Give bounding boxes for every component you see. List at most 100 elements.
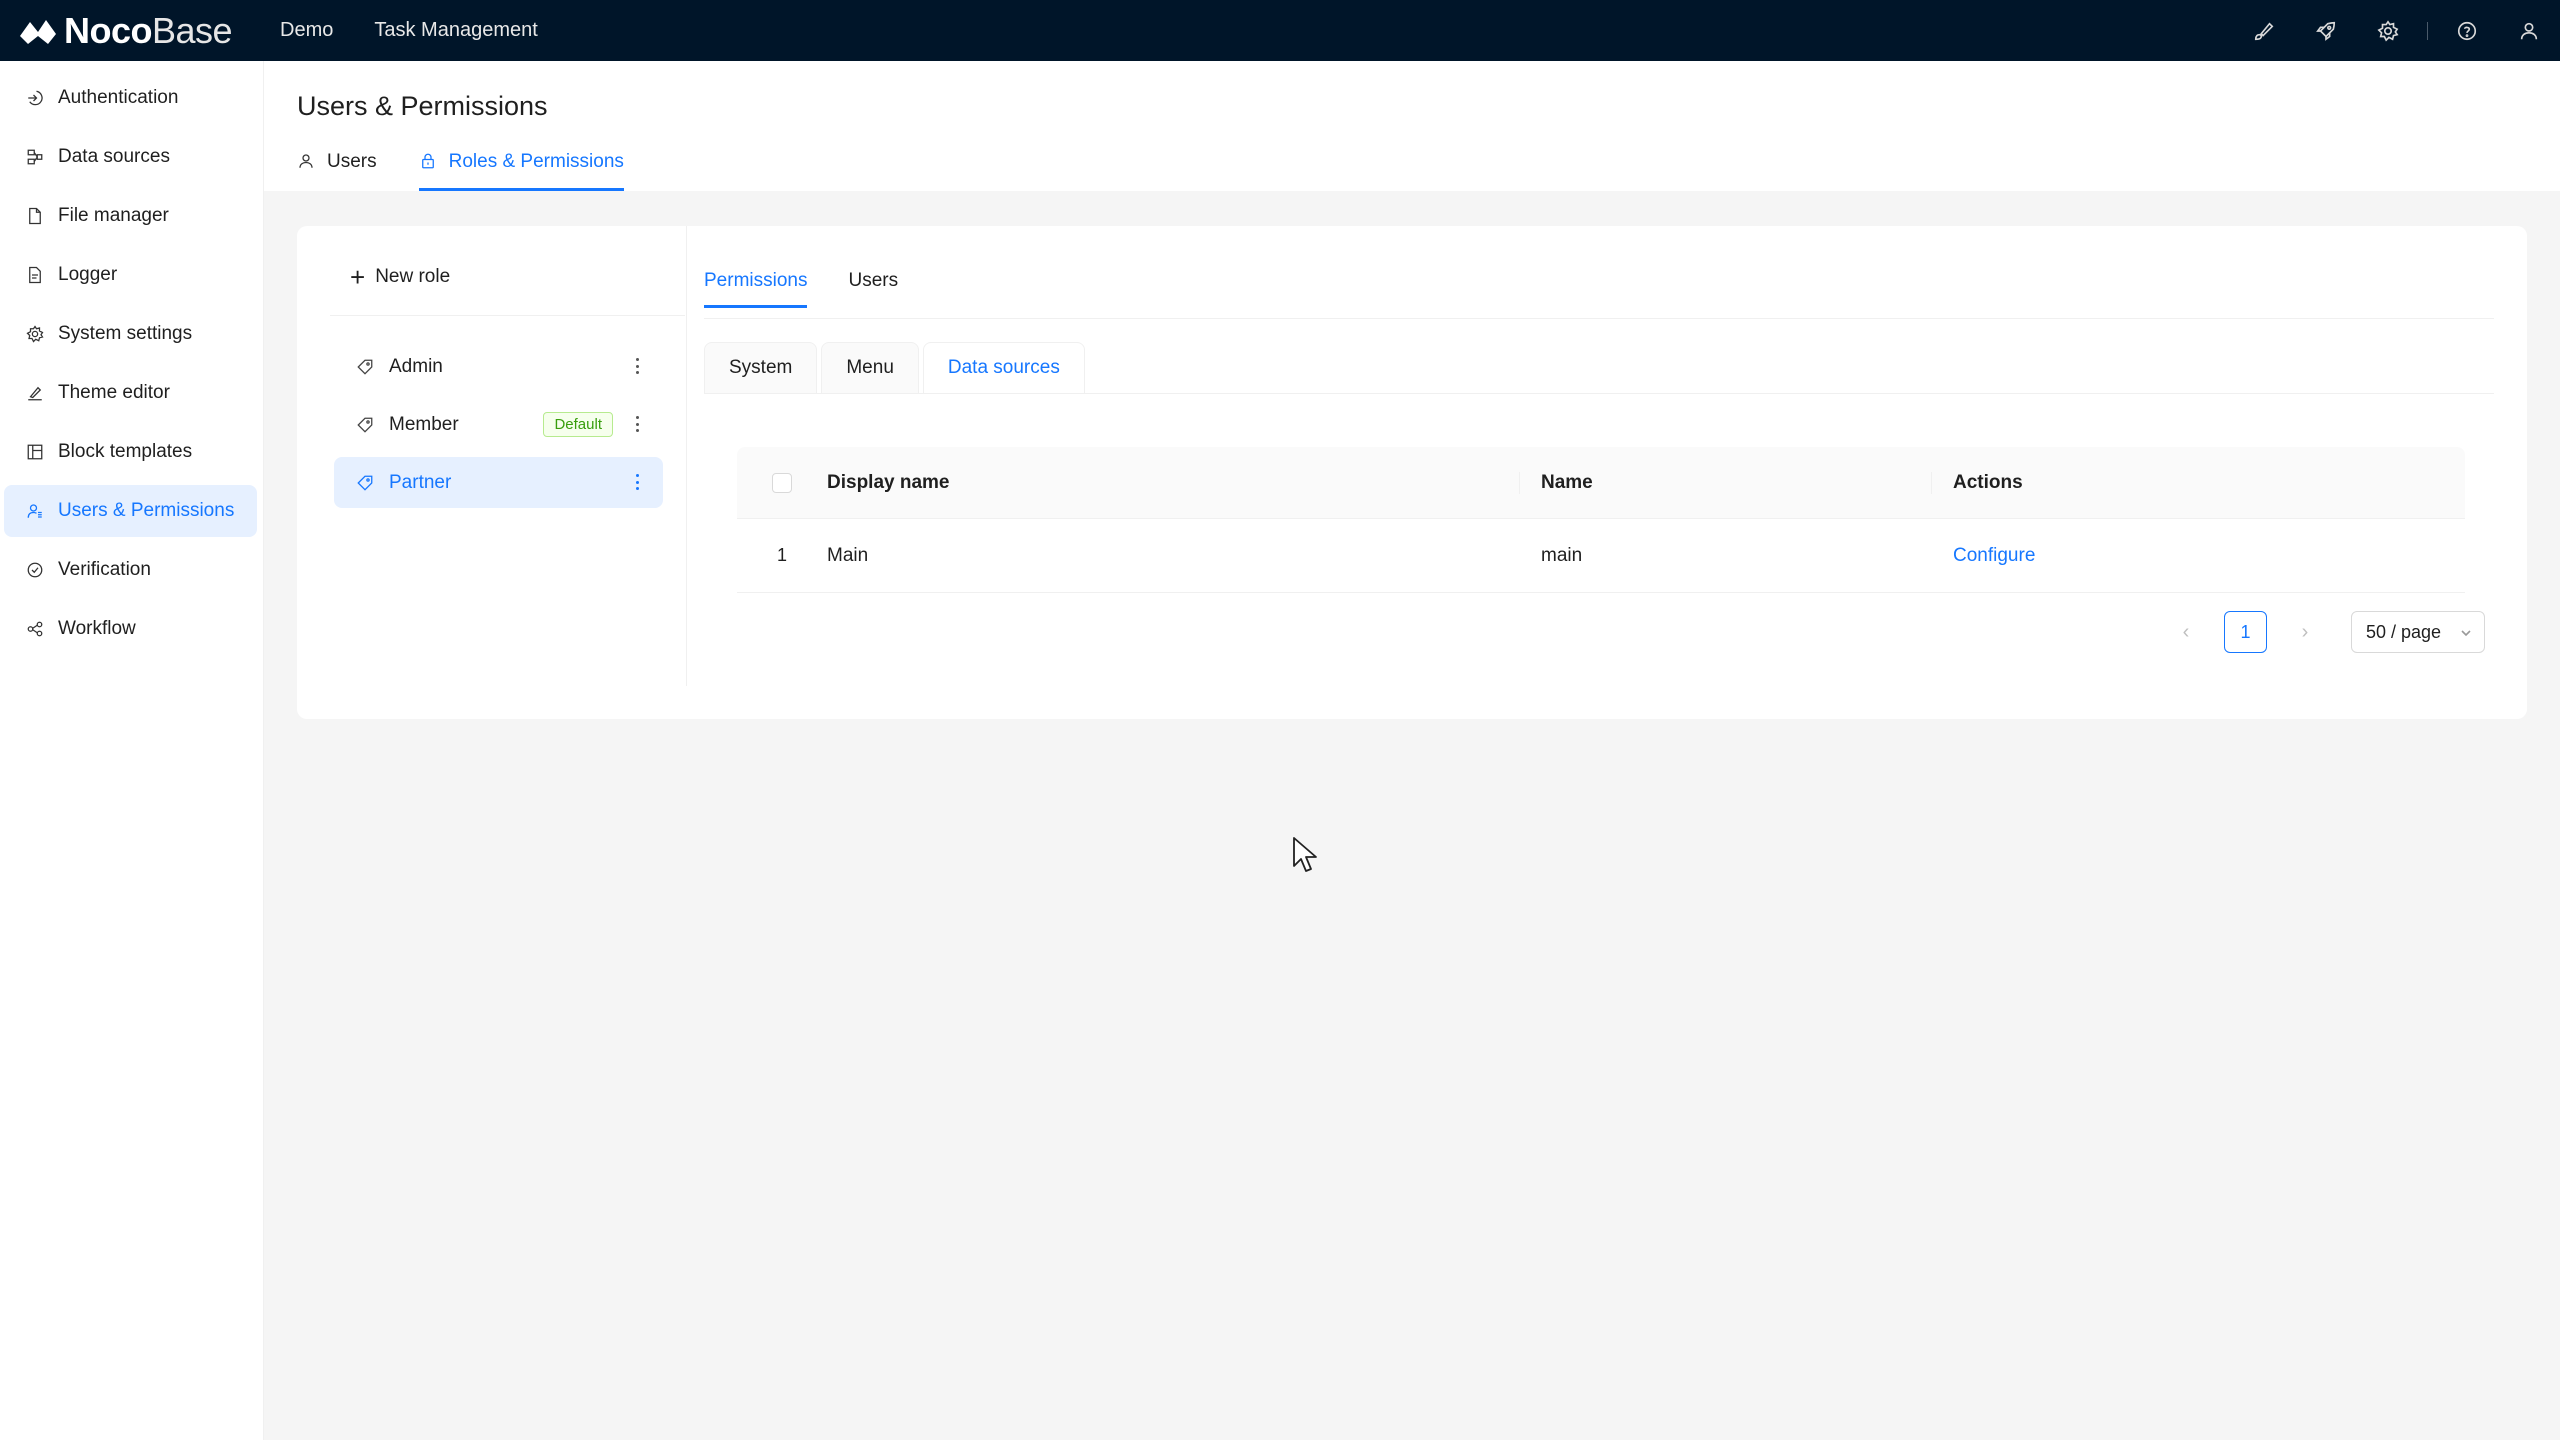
cell-name: main (1541, 544, 1583, 566)
more-options-icon[interactable] (633, 413, 641, 435)
lock-icon (421, 153, 434, 169)
users-icon (27, 504, 42, 518)
sidebar-item-data-sources[interactable]: Data sources (4, 131, 257, 183)
subtabs-divider (704, 393, 2494, 394)
tabs-divider (704, 318, 2494, 319)
page-size-value: 50 / page (2366, 621, 2442, 642)
sidebar-item-label: Theme editor (58, 382, 170, 403)
tab-role-users[interactable]: Users (848, 270, 898, 308)
top-icons-divider (2427, 21, 2428, 40)
page-header: Users & Permissions Users Roles & Permis… (264, 61, 2560, 191)
column-header-actions: Actions (1953, 471, 2023, 493)
default-badge: Default (543, 412, 613, 437)
select-all-checkbox[interactable] (772, 472, 792, 493)
pagination: ‹ 1 › 50 / page (2170, 611, 2485, 653)
sidebar-item-label: Block templates (58, 441, 193, 462)
sidebar-item-label: Data sources (58, 146, 170, 167)
chevron-down-icon (2461, 630, 2471, 637)
tab-users[interactable]: Users (297, 145, 377, 191)
file-text-icon (29, 266, 41, 284)
sidebar-item-system-settings[interactable]: System settings (4, 308, 257, 360)
paint-brush-icon[interactable] (2233, 0, 2295, 61)
sidebar-item-users-permissions[interactable]: Users & Permissions (4, 485, 257, 537)
page-title: Users & Permissions (297, 91, 548, 121)
help-icon[interactable] (2436, 0, 2498, 61)
roles-divider (330, 315, 685, 316)
top-nav: Demo Task Management (280, 19, 579, 42)
page-number-current[interactable]: 1 (2224, 611, 2267, 653)
row-index: 1 (776, 545, 787, 565)
sidebar-item-theme-editor[interactable]: Theme editor (4, 367, 257, 419)
role-label: Member (389, 413, 459, 435)
brush-icon (28, 386, 42, 401)
role-detail-tabs: Permissions Users (704, 270, 939, 308)
sidebar-item-workflow[interactable]: Workflow (4, 603, 257, 655)
tag-icon (357, 417, 373, 433)
sidebar-item-label: Logger (58, 264, 118, 285)
plugin-rocket-icon[interactable] (2295, 0, 2357, 61)
top-icons (2233, 0, 2560, 61)
table-header: Display name Name Actions (737, 447, 2465, 519)
new-role-button[interactable]: + New role (350, 262, 451, 292)
file-icon (29, 207, 41, 225)
user-icon (299, 154, 313, 168)
logo-text-primary: Noco (64, 9, 153, 51)
new-role-label: New role (375, 266, 451, 287)
settings-gear-icon[interactable] (2357, 0, 2419, 61)
tab-permissions[interactable]: Permissions (704, 270, 808, 308)
sidebar-item-label: Verification (58, 559, 151, 580)
sidebar-item-logger[interactable]: Logger (4, 249, 257, 301)
role-item-partner[interactable]: Partner (334, 457, 663, 508)
page-size-select[interactable]: 50 / page (2351, 611, 2485, 653)
roles-panel: + New role Admin Member Default Partner (297, 226, 687, 686)
sidebar-item-label: Workflow (58, 618, 136, 639)
settings-sidebar: Authentication Data sources File manager… (0, 61, 264, 1440)
more-options-icon[interactable] (633, 355, 641, 377)
subtab-menu[interactable]: Menu (821, 342, 919, 393)
login-icon (28, 90, 43, 106)
user-icon[interactable] (2498, 0, 2560, 61)
role-label: Admin (389, 355, 443, 377)
column-header-display-name: Display name (827, 447, 1520, 518)
sidebar-item-file-manager[interactable]: File manager (4, 190, 257, 242)
roles-permissions-card: + New role Admin Member Default Partner (297, 226, 2527, 719)
subtab-system[interactable]: System (704, 342, 818, 393)
subtab-data-sources[interactable]: Data sources (922, 342, 1085, 393)
check-circle-icon (27, 562, 43, 578)
select-all-cell (737, 472, 827, 493)
page-tabs: Users Roles & Permissions (297, 145, 666, 191)
sidebar-item-label: System settings (58, 323, 193, 344)
configure-link[interactable]: Configure (1953, 545, 2035, 567)
tab-roles-permissions[interactable]: Roles & Permissions (418, 145, 625, 191)
logo[interactable]: Noco Base (18, 10, 280, 52)
main-content: Users & Permissions Users Roles & Permis… (264, 61, 2560, 1440)
sidebar-item-block-templates[interactable]: Block templates (4, 426, 257, 478)
sidebar-item-label: Authentication (58, 87, 179, 108)
tab-label: Roles & Permissions (448, 151, 624, 172)
top-bar: Noco Base Demo Task Management (0, 0, 2560, 61)
gear-icon (26, 325, 44, 343)
role-item-member[interactable]: Member Default (334, 399, 663, 450)
prev-page-icon[interactable]: ‹ (2170, 616, 2202, 648)
sidebar-item-verification[interactable]: Verification (4, 544, 257, 596)
layout-icon (27, 444, 43, 460)
role-item-admin[interactable]: Admin (334, 341, 663, 392)
sidebar-item-label: File manager (58, 205, 169, 226)
mouse-cursor-icon (1293, 837, 1317, 872)
sidebar-item-authentication[interactable]: Authentication (4, 72, 257, 124)
workflow-icon (27, 621, 43, 637)
permission-subtabs: System Menu Data sources (704, 342, 1089, 393)
logo-text-secondary: Base (152, 9, 233, 51)
role-label: Partner (389, 471, 452, 493)
more-options-icon[interactable] (633, 471, 641, 493)
top-nav-task-management[interactable]: Task Management (374, 19, 537, 42)
next-page-icon[interactable]: › (2289, 616, 2321, 648)
data-sources-table: Display name Name Actions 1 Main main Co… (737, 447, 2465, 593)
top-nav-demo[interactable]: Demo (280, 19, 333, 42)
plus-icon: + (350, 262, 366, 292)
tag-icon (357, 475, 373, 491)
column-header-name: Name (1520, 447, 1932, 518)
sidebar-item-label: Users & Permissions (58, 500, 235, 521)
permissions-panel: Permissions Users System Menu Data sourc… (704, 226, 2514, 716)
table-row: 1 Main main Configure (737, 519, 2465, 593)
